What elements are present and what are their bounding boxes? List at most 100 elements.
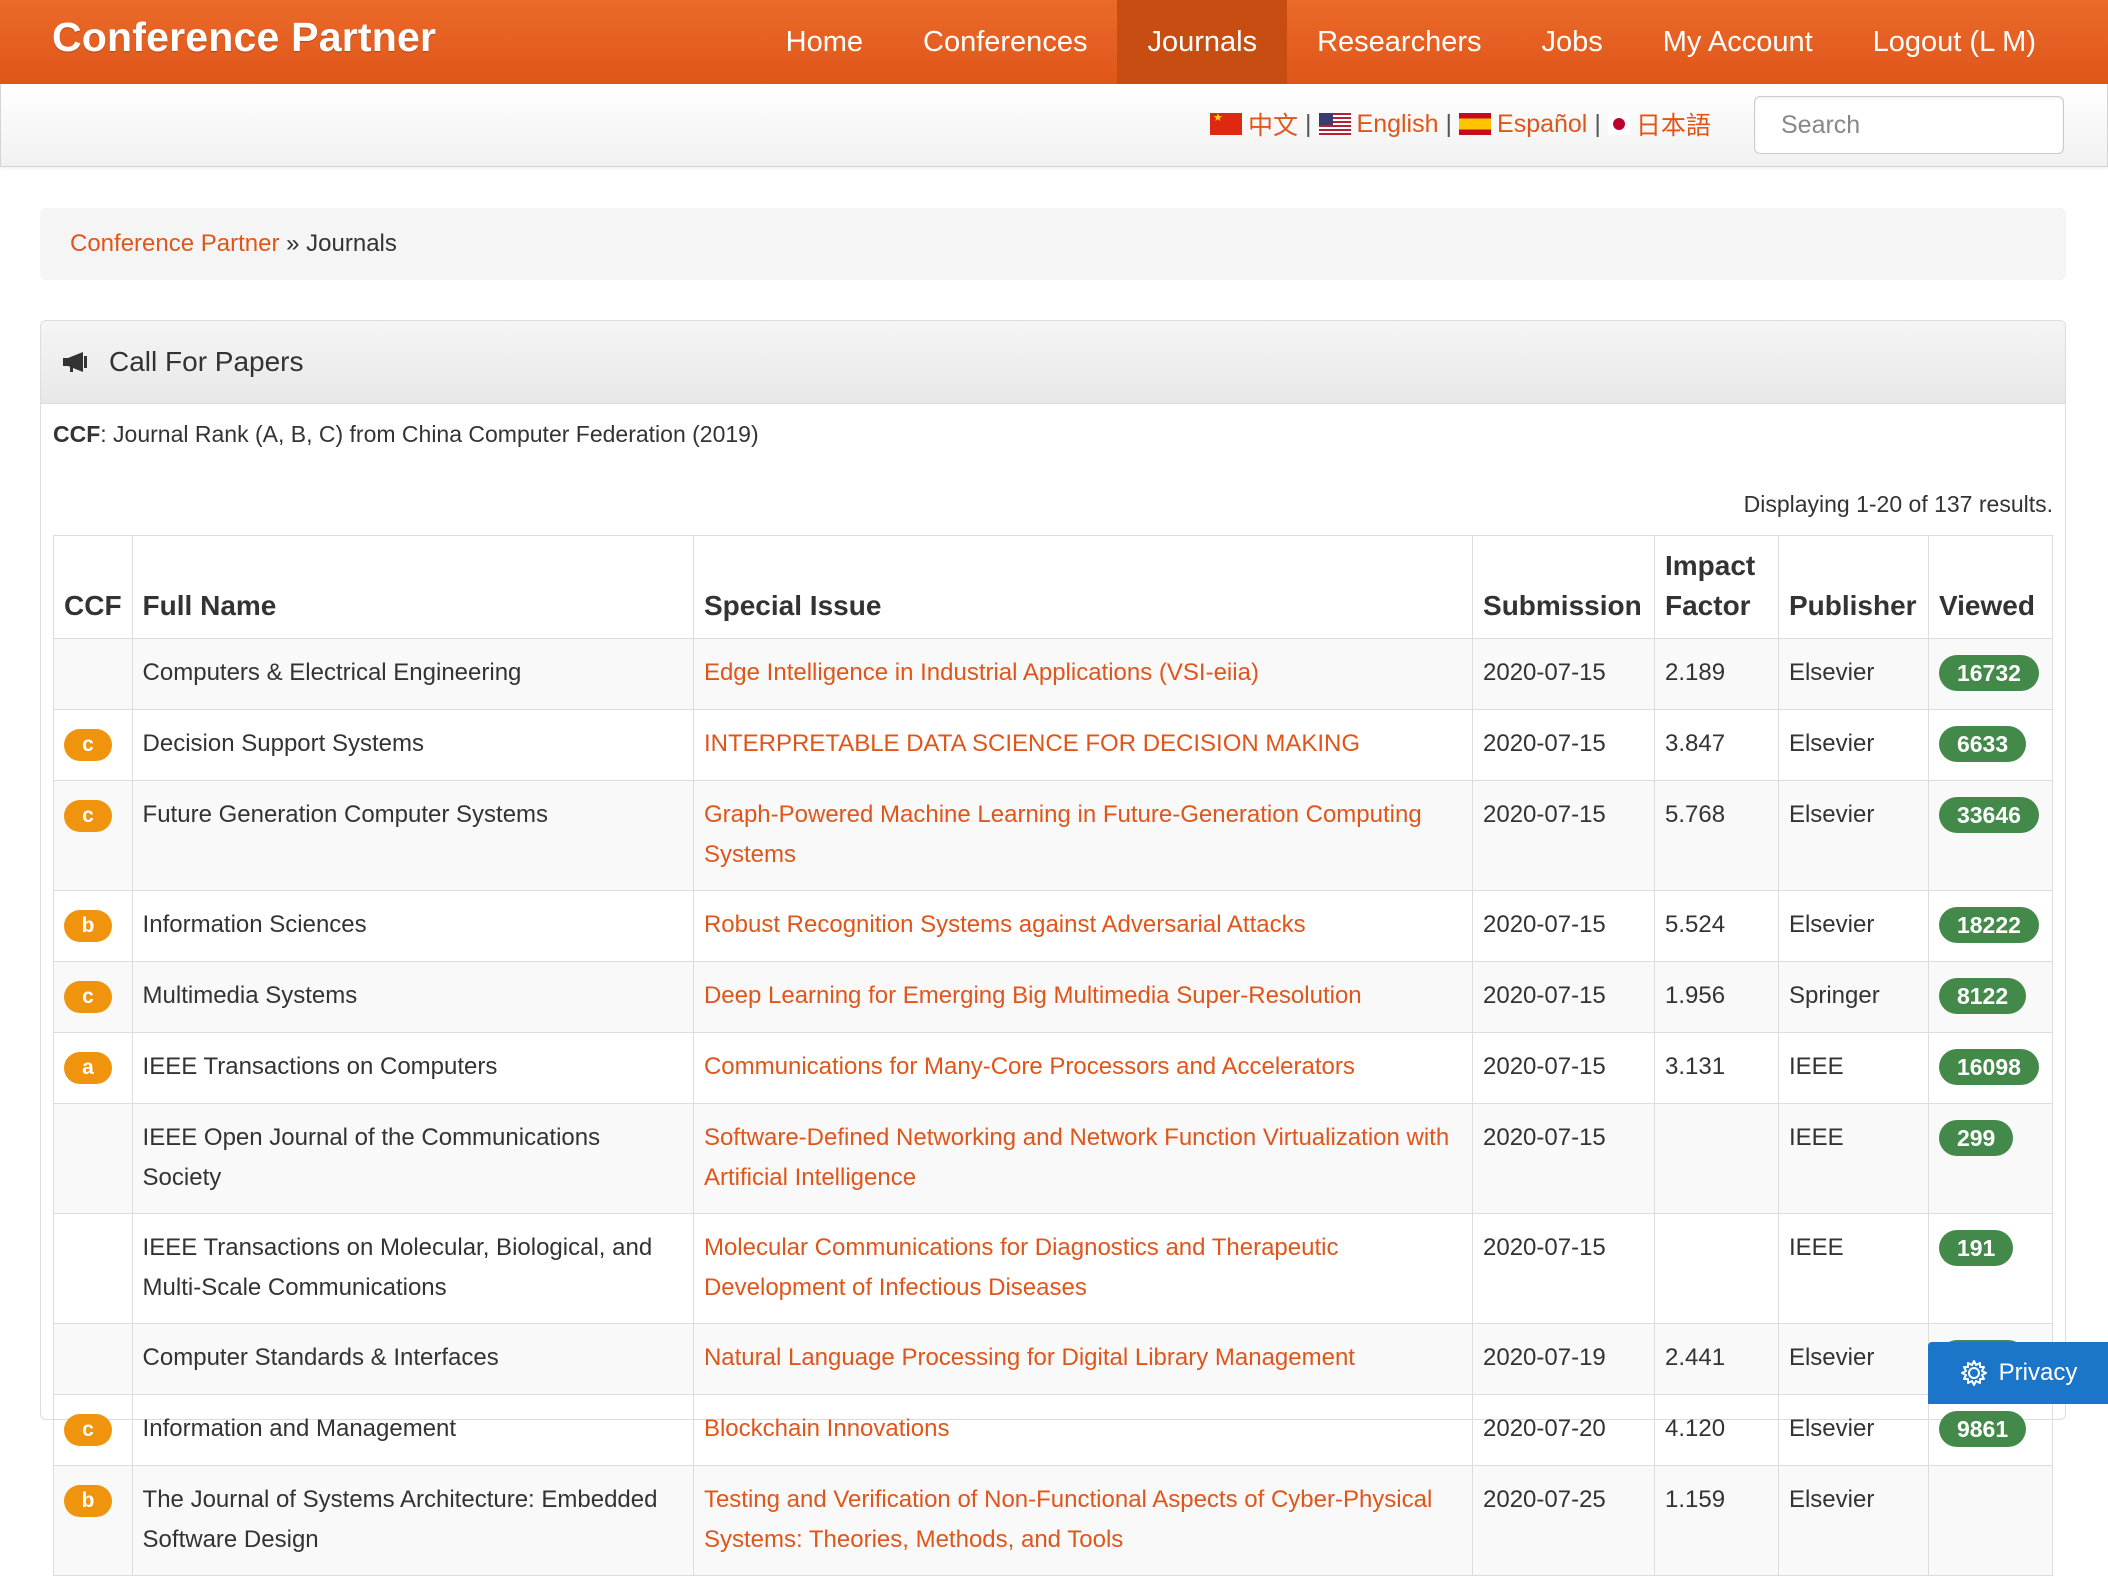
- breadcrumb-separator: »: [286, 230, 300, 257]
- cell-publisher: Elsevier: [1777, 1323, 1929, 1395]
- lang-spanish-label: Español: [1497, 109, 1588, 138]
- cell-impact-factor: 1.956: [1654, 961, 1779, 1033]
- cell-publisher: IEEE: [1777, 1103, 1929, 1214]
- breadcrumb-home-link[interactable]: Conference Partner: [70, 230, 279, 257]
- cell-full-name: The Journal of Systems Architecture: Emb…: [131, 1465, 694, 1576]
- cell-viewed: 33646: [1927, 780, 2054, 891]
- cell-ccf: c: [53, 780, 133, 891]
- cell-viewed: 6633: [1927, 709, 2054, 781]
- cell-submission: 2020-07-15: [1472, 780, 1655, 891]
- cell-viewed: 8122: [1927, 961, 2054, 1033]
- lang-japanese-label: 日本語: [1635, 112, 1711, 140]
- cell-publisher: Springer: [1777, 961, 1929, 1033]
- cell-ccf: [53, 1213, 133, 1324]
- cell-ccf: [53, 1103, 133, 1214]
- cell-impact-factor: 1.159: [1654, 1465, 1779, 1576]
- cell-submission: 2020-07-15: [1472, 890, 1655, 962]
- lang-separator: |: [1594, 109, 1601, 138]
- lang-spanish-link[interactable]: Español: [1459, 110, 1587, 139]
- col-header-submission[interactable]: Submission: [1472, 535, 1655, 639]
- cell-publisher: Elsevier: [1777, 638, 1929, 710]
- cell-impact-factor: 5.768: [1654, 780, 1779, 891]
- cell-full-name: Decision Support Systems: [131, 709, 694, 781]
- ccf-rank-badge: b: [64, 910, 112, 942]
- cell-ccf: c: [53, 1394, 133, 1466]
- call-for-papers-panel: Call For Papers CCF: Journal Rank (A, B,…: [40, 320, 2066, 1576]
- nav-logout[interactable]: Logout (L M): [1843, 0, 2108, 84]
- gear-icon: [1960, 1360, 1987, 1386]
- cell-publisher: IEEE: [1777, 1032, 1929, 1104]
- cell-full-name: Information and Management: [131, 1394, 694, 1466]
- view-count-badge: 16098: [1938, 1049, 2039, 1085]
- cell-special-issue: INTERPRETABLE DATA SCIENCE FOR DECISION …: [692, 709, 1474, 781]
- journals-table: CCF Full Name Special Issue Submission I…: [53, 535, 2054, 1576]
- special-issue-link[interactable]: Testing and Verification of Non-Function…: [704, 1486, 1432, 1553]
- nav-my-account[interactable]: My Account: [1633, 0, 1843, 84]
- cell-full-name: Information Sciences: [131, 890, 694, 962]
- special-issue-link[interactable]: Natural Language Processing for Digital …: [704, 1344, 1355, 1371]
- lang-chinese-label: 中文: [1248, 112, 1299, 140]
- cell-viewed: 191: [1927, 1213, 2054, 1324]
- view-count-badge: 8122: [1938, 978, 2027, 1014]
- nav-jobs[interactable]: Jobs: [1511, 0, 1632, 84]
- nav-journals[interactable]: Journals: [1117, 0, 1288, 84]
- special-issue-link[interactable]: Edge Intelligence in Industrial Applicat…: [704, 659, 1259, 686]
- breadcrumb: Conference Partner » Journals: [40, 208, 2066, 280]
- col-header-publisher[interactable]: Publisher: [1777, 535, 1929, 639]
- ccf-note-text: : Journal Rank (A, B, C) from China Comp…: [100, 421, 759, 447]
- special-issue-link[interactable]: Graph-Powered Machine Learning in Future…: [704, 801, 1422, 868]
- panel-header: Call For Papers: [41, 321, 2065, 404]
- view-count-badge: 6633: [1938, 726, 2027, 762]
- special-issue-link[interactable]: Molecular Communications for Diagnostics…: [704, 1234, 1339, 1301]
- table-row: Computers & Electrical Engineering Edge I…: [53, 638, 2054, 710]
- cell-submission: 2020-07-15: [1472, 1103, 1655, 1214]
- cell-publisher: Elsevier: [1777, 780, 1929, 891]
- ccf-note-label: CCF: [53, 421, 101, 447]
- cell-special-issue: Edge Intelligence in Industrial Applicat…: [692, 638, 1474, 710]
- cell-impact-factor: 5.524: [1654, 890, 1779, 962]
- lang-english-link[interactable]: English: [1318, 109, 1439, 139]
- special-issue-link[interactable]: Software-Defined Networking and Network …: [704, 1124, 1449, 1191]
- col-header-special-issue[interactable]: Special Issue: [692, 535, 1474, 639]
- usa-flag-icon: [1318, 113, 1351, 135]
- cell-ccf: b: [53, 1465, 133, 1576]
- brand-logo[interactable]: Conference Partner: [52, 14, 436, 61]
- col-header-ccf[interactable]: CCF: [53, 535, 133, 639]
- cell-full-name: IEEE Transactions on Computers: [131, 1032, 694, 1104]
- spain-flag-icon: [1459, 113, 1492, 135]
- cell-publisher: Elsevier: [1777, 1394, 1929, 1466]
- cell-impact-factor: 4.120: [1654, 1394, 1779, 1466]
- nav-researchers[interactable]: Researchers: [1287, 0, 1511, 84]
- ccf-rank-badge: b: [64, 1485, 112, 1517]
- cell-submission: 2020-07-15: [1472, 1032, 1655, 1104]
- lang-japanese-link[interactable]: 日本語: [1607, 106, 1711, 142]
- lang-english-label: English: [1356, 109, 1439, 138]
- table-row: IEEE Transactions on Molecular, Biologic…: [53, 1213, 2054, 1324]
- cell-publisher: Elsevier: [1777, 1465, 1929, 1576]
- special-issue-link[interactable]: Robust Recognition Systems against Adver…: [704, 911, 1306, 938]
- view-count-badge: 33646: [1938, 797, 2039, 833]
- lang-separator: |: [1445, 109, 1453, 138]
- view-count-badge: 18222: [1938, 907, 2039, 943]
- cell-special-issue: Blockchain Innovations: [692, 1394, 1474, 1466]
- privacy-button[interactable]: Privacy: [1928, 1342, 2108, 1404]
- col-header-full-name[interactable]: Full Name: [131, 535, 694, 639]
- special-issue-link[interactable]: Deep Learning for Emerging Big Multimedi…: [704, 982, 1362, 1009]
- nav-home[interactable]: Home: [756, 0, 893, 84]
- lang-chinese-link[interactable]: 中文: [1210, 106, 1298, 142]
- nav-conferences[interactable]: Conferences: [893, 0, 1117, 84]
- ccf-rank-badge: c: [64, 1414, 112, 1446]
- special-issue-link[interactable]: Communications for Many-Core Processors …: [704, 1053, 1355, 1080]
- cell-impact-factor: 3.847: [1654, 709, 1779, 781]
- cell-viewed: 18222: [1927, 890, 2054, 962]
- col-header-impact-factor[interactable]: Impact Factor: [1654, 535, 1779, 639]
- megaphone-icon: [63, 352, 87, 372]
- view-count-badge: 9861: [1938, 1411, 2027, 1447]
- search-input[interactable]: [1754, 96, 2064, 154]
- special-issue-link[interactable]: Blockchain Innovations: [704, 1415, 949, 1442]
- view-count-badge: 16732: [1938, 655, 2039, 691]
- special-issue-link[interactable]: INTERPRETABLE DATA SCIENCE FOR DECISION …: [704, 730, 1360, 757]
- table-row: c Multimedia Systems Deep Learning for Eme…: [53, 961, 2054, 1033]
- breadcrumb-current: Journals: [306, 230, 397, 257]
- col-header-viewed[interactable]: Viewed: [1927, 535, 2054, 639]
